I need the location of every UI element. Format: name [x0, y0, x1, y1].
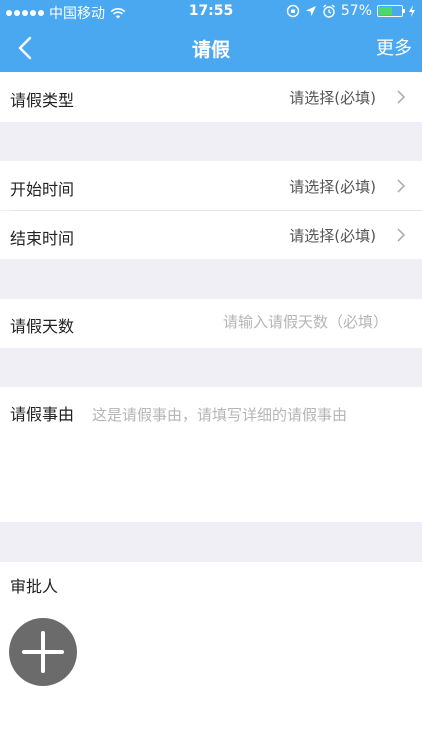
status-bar: 中国移动 17:55 57% — [0, 0, 422, 24]
battery-level — [379, 7, 392, 15]
page-title: 请假 — [191, 39, 230, 61]
approver-label: 审批人 — [10, 577, 59, 596]
reason-label: 请假事由 — [10, 405, 75, 424]
start-time-value: 请选择(必填) — [289, 178, 376, 196]
chevron-left-icon — [18, 36, 32, 60]
chevron-right-icon — [397, 228, 406, 242]
more-button[interactable]: 更多 — [376, 34, 412, 60]
reason-textarea[interactable] — [92, 405, 402, 505]
add-approver-button[interactable] — [9, 618, 77, 686]
rotation-lock-icon — [286, 4, 300, 18]
end-time-row[interactable]: 结束时间 请选择(必填) — [0, 211, 422, 259]
leave-days-row: 请假天数 — [0, 299, 422, 348]
charging-icon — [409, 5, 415, 17]
status-right: 57% — [286, 3, 416, 19]
navigation-bar: 请假 更多 — [0, 24, 422, 72]
leave-type-value: 请选择(必填) — [289, 89, 376, 107]
battery-percent: 57% — [340, 3, 372, 19]
battery-icon — [377, 5, 405, 17]
leave-type-label: 请假类型 — [10, 91, 75, 110]
plus-icon — [22, 631, 64, 673]
reason-row: 请假事由 — [0, 387, 422, 522]
back-button[interactable] — [10, 32, 40, 64]
chevron-right-icon — [397, 179, 406, 193]
start-time-row[interactable]: 开始时间 请选择(必填) — [0, 161, 422, 210]
end-time-value: 请选择(必填) — [289, 227, 376, 245]
leave-days-label: 请假天数 — [10, 317, 75, 336]
leave-type-row[interactable]: 请假类型 请选择(必填) — [0, 72, 422, 122]
location-icon — [305, 6, 316, 16]
end-time-label: 结束时间 — [10, 229, 75, 248]
start-time-label: 开始时间 — [10, 180, 75, 199]
alarm-icon — [322, 4, 335, 18]
app-header: 中国移动 17:55 57% 请假 更多 — [0, 0, 422, 72]
chevron-right-icon — [397, 90, 406, 104]
leave-days-input[interactable] — [148, 313, 388, 331]
